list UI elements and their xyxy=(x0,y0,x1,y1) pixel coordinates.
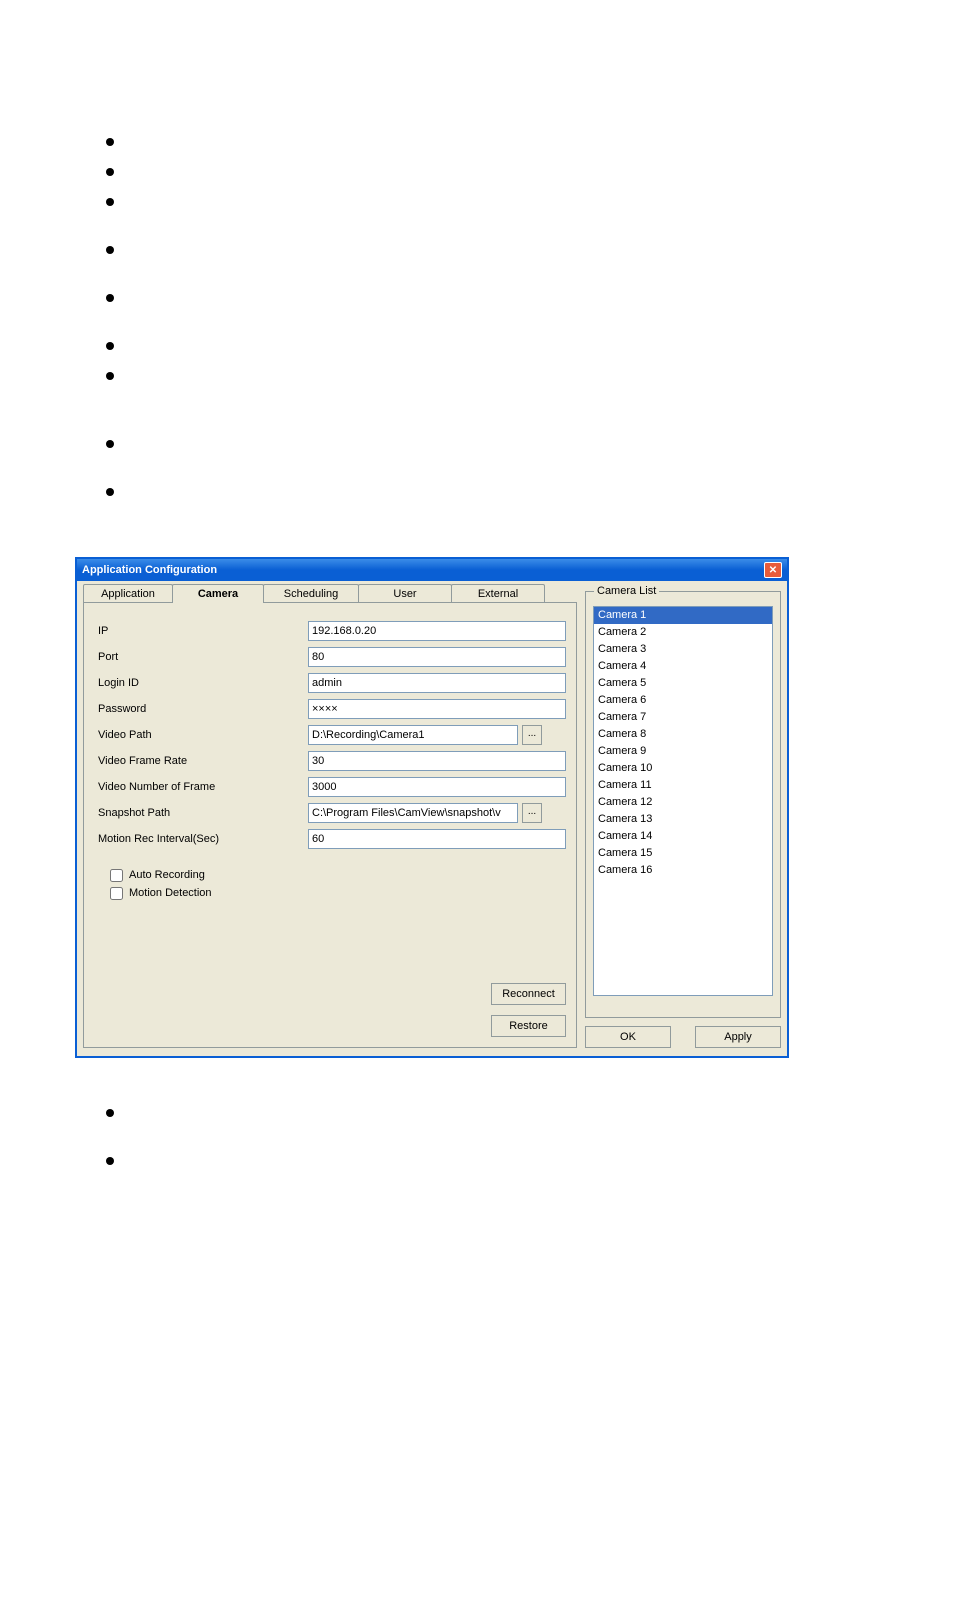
bullet xyxy=(106,1109,114,1117)
login-input[interactable] xyxy=(308,673,566,693)
list-item[interactable]: Camera 8 xyxy=(594,726,772,743)
motioninterval-label: Motion Rec Interval(Sec) xyxy=(98,833,308,845)
titlebar: Application Configuration ✕ xyxy=(77,559,787,581)
dialog-title: Application Configuration xyxy=(82,564,217,576)
motioninterval-input[interactable] xyxy=(308,829,566,849)
list-item[interactable]: Camera 9 xyxy=(594,743,772,760)
list-item[interactable]: Camera 6 xyxy=(594,692,772,709)
bullet xyxy=(106,1157,114,1165)
tab-application[interactable]: Application xyxy=(83,584,173,603)
list-item[interactable]: Camera 2 xyxy=(594,624,772,641)
camera-tab-content: IP Port Login ID Password Video Path xyxy=(83,602,577,1048)
ok-button[interactable]: OK xyxy=(585,1026,671,1048)
bullet xyxy=(106,440,114,448)
videopath-label: Video Path xyxy=(98,729,308,741)
framerate-input[interactable] xyxy=(308,751,566,771)
ip-input[interactable] xyxy=(308,621,566,641)
list-item[interactable]: Camera 15 xyxy=(594,845,772,862)
list-item[interactable]: Camera 7 xyxy=(594,709,772,726)
camera-list-group: Camera List Camera 1 Camera 2 Camera 3 C… xyxy=(585,591,781,1018)
snapshot-input[interactable] xyxy=(308,803,518,823)
close-icon: ✕ xyxy=(769,565,777,576)
tab-camera[interactable]: Camera xyxy=(172,584,264,603)
autorec-label: Auto Recording xyxy=(129,869,205,881)
motiondet-label: Motion Detection xyxy=(129,887,212,899)
tab-strip: Application Camera Scheduling User Exter… xyxy=(83,584,577,603)
framerate-label: Video Frame Rate xyxy=(98,755,308,767)
list-item[interactable]: Camera 13 xyxy=(594,811,772,828)
ip-label: IP xyxy=(98,625,308,637)
bullet xyxy=(106,246,114,254)
bullet xyxy=(106,488,114,496)
list-item[interactable]: Camera 16 xyxy=(594,862,772,879)
tab-user[interactable]: User xyxy=(358,584,452,603)
bullet xyxy=(106,168,114,176)
list-item[interactable]: Camera 14 xyxy=(594,828,772,845)
right-panel: Camera List Camera 1 Camera 2 Camera 3 C… xyxy=(585,584,781,1048)
dialog-body: Application Camera Scheduling User Exter… xyxy=(77,581,787,1056)
apply-button[interactable]: Apply xyxy=(695,1026,781,1048)
motiondet-checkbox[interactable] xyxy=(110,887,123,900)
bullet-list-bottom xyxy=(106,1109,114,1187)
port-input[interactable] xyxy=(308,647,566,667)
camera-list-title: Camera List xyxy=(594,585,659,597)
password-input[interactable] xyxy=(308,699,566,719)
bullet xyxy=(106,372,114,380)
password-label: Password xyxy=(98,703,308,715)
left-panel: Application Camera Scheduling User Exter… xyxy=(83,584,577,1048)
restore-button[interactable]: Restore xyxy=(491,1015,566,1037)
autorec-checkbox[interactable] xyxy=(110,869,123,882)
bullet xyxy=(106,198,114,206)
list-item[interactable]: Camera 5 xyxy=(594,675,772,692)
bullet xyxy=(106,294,114,302)
camera-listbox[interactable]: Camera 1 Camera 2 Camera 3 Camera 4 Came… xyxy=(593,606,773,996)
bottom-button-row: OK Apply xyxy=(585,1026,781,1048)
application-configuration-dialog: Application Configuration ✕ Application … xyxy=(75,557,789,1058)
login-label: Login ID xyxy=(98,677,308,689)
list-item[interactable]: Camera 11 xyxy=(594,777,772,794)
videopath-browse-button[interactable]: ... xyxy=(522,725,542,745)
reconnect-button[interactable]: Reconnect xyxy=(491,983,566,1005)
list-item[interactable]: Camera 1 xyxy=(594,607,772,624)
videopath-input[interactable] xyxy=(308,725,518,745)
list-item[interactable]: Camera 4 xyxy=(594,658,772,675)
bullet xyxy=(106,342,114,350)
snapshot-browse-button[interactable]: ... xyxy=(522,803,542,823)
list-item[interactable]: Camera 10 xyxy=(594,760,772,777)
bullet xyxy=(106,138,114,146)
list-item[interactable]: Camera 12 xyxy=(594,794,772,811)
numframe-label: Video Number of Frame xyxy=(98,781,308,793)
snapshot-label: Snapshot Path xyxy=(98,807,308,819)
port-label: Port xyxy=(98,651,308,663)
tab-scheduling[interactable]: Scheduling xyxy=(263,584,359,603)
tab-external[interactable]: External xyxy=(451,584,545,603)
close-button[interactable]: ✕ xyxy=(764,562,782,578)
list-item[interactable]: Camera 3 xyxy=(594,641,772,658)
bullet-list-top xyxy=(106,138,114,518)
numframe-input[interactable] xyxy=(308,777,566,797)
